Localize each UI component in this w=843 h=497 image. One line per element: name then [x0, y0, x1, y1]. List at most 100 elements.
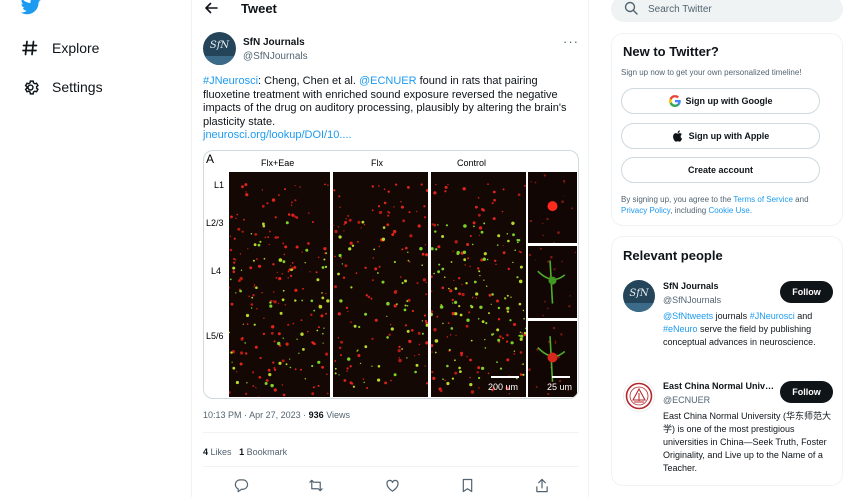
- cell-marker: [282, 337, 284, 339]
- cell-marker: [425, 293, 428, 296]
- cell-marker: [557, 231, 560, 234]
- cell-body: [547, 352, 558, 363]
- person-name[interactable]: East China Normal University: [663, 381, 775, 391]
- avatar[interactable]: SfN: [623, 280, 655, 312]
- cell-marker: [512, 233, 515, 237]
- cell-marker: [486, 258, 489, 261]
- cell-marker: [458, 292, 461, 296]
- cell-marker: [254, 345, 258, 349]
- cell-marker: [506, 233, 509, 235]
- avatar[interactable]: SfN: [203, 32, 236, 65]
- cell-marker: [525, 327, 526, 330]
- retweet-icon[interactable]: [307, 476, 325, 494]
- reply-icon[interactable]: [232, 476, 250, 494]
- cell-marker: [508, 393, 510, 395]
- cell-marker: [290, 268, 293, 272]
- cell-marker: [312, 341, 315, 345]
- cell-marker: [252, 371, 255, 374]
- twitter-bird-icon[interactable]: [20, 0, 42, 16]
- person-name[interactable]: SfN Journals: [663, 281, 775, 291]
- tweet-time[interactable]: 10:13 PM: [203, 410, 242, 420]
- tweet-image[interactable]: A Flx+Eae Flx Control L1 L2/3 L4 L5/6 20…: [203, 150, 579, 399]
- cell-marker: [241, 337, 244, 340]
- cell-marker: [421, 332, 424, 335]
- cell-marker: [439, 305, 444, 309]
- nav-settings[interactable]: Settings: [20, 77, 103, 97]
- cell-marker: [311, 392, 315, 396]
- cell-marker: [273, 366, 276, 370]
- likes-label: Likes: [210, 447, 232, 457]
- bookmark-icon[interactable]: [458, 476, 476, 494]
- cell-marker: [337, 272, 340, 276]
- create-account-button[interactable]: Create account: [621, 157, 820, 183]
- cell-marker: [506, 306, 510, 310]
- avatar-logo-text: SfN: [209, 40, 230, 51]
- cell-marker: [447, 322, 450, 324]
- cell-marker: [477, 267, 480, 270]
- privacy-link[interactable]: Privacy Policy: [621, 206, 670, 215]
- google-signup-button[interactable]: Sign up with Google: [621, 88, 820, 114]
- follow-button[interactable]: Follow: [780, 381, 833, 403]
- cell-marker: [510, 341, 514, 345]
- cell-marker: [229, 278, 232, 281]
- terms-link[interactable]: Terms of Service: [733, 195, 793, 204]
- cell-marker: [340, 354, 342, 357]
- back-arrow-icon[interactable]: [202, 0, 220, 17]
- cell-marker: [424, 244, 427, 246]
- cell-marker: [415, 363, 419, 367]
- cell-marker: [240, 269, 243, 271]
- nav-explore[interactable]: Explore: [20, 38, 99, 58]
- cell-marker: [350, 286, 353, 289]
- follow-button[interactable]: Follow: [780, 281, 833, 303]
- like-heart-icon[interactable]: [383, 476, 401, 494]
- cell-marker: [417, 224, 421, 228]
- hashtag-link[interactable]: #JNeurosci: [203, 75, 258, 87]
- layer-label: L4: [211, 266, 222, 276]
- author-handle[interactable]: @SfNJournals: [243, 51, 308, 62]
- more-options-icon[interactable]: ···: [563, 34, 579, 49]
- bio-hashtag-link[interactable]: #eNeuro: [663, 324, 698, 334]
- author-name[interactable]: SfN Journals: [243, 37, 305, 48]
- divider: [203, 432, 579, 433]
- cell-marker: [300, 319, 303, 321]
- apple-signup-button[interactable]: Sign up with Apple: [621, 123, 820, 149]
- divider: [203, 466, 579, 467]
- cell-marker: [484, 338, 486, 341]
- avatar[interactable]: [623, 380, 655, 412]
- cell-marker: [465, 324, 469, 328]
- tweet-date[interactable]: Apr 27, 2023: [249, 410, 301, 420]
- cell-marker: [529, 219, 533, 223]
- search-input[interactable]: [648, 0, 828, 18]
- likes-stat[interactable]: 4 Likes: [203, 447, 232, 457]
- mention-link[interactable]: @ECNUER: [359, 75, 417, 87]
- legal-text: and: [792, 195, 809, 204]
- cell-marker: [232, 270, 236, 274]
- cookie-link[interactable]: Cookie Use: [708, 206, 749, 215]
- cell-marker: [394, 289, 398, 293]
- cell-marker: [387, 210, 390, 213]
- cell-marker: [337, 226, 340, 228]
- cell-marker: [235, 292, 237, 294]
- cell-marker: [454, 359, 456, 362]
- cell-marker: [236, 213, 239, 216]
- bio-mention-link[interactable]: @SfNtweets: [663, 311, 713, 321]
- cell-marker: [492, 217, 496, 221]
- cell-body: [547, 201, 558, 212]
- cell-marker: [371, 337, 374, 340]
- bookmarks-stat[interactable]: 1 Bookmark: [239, 447, 287, 457]
- tweet-url-link[interactable]: jneurosci.org/lookup/DOI/10....: [203, 129, 352, 141]
- cell-marker: [233, 257, 236, 260]
- search-box[interactable]: [611, 0, 843, 22]
- cell-marker: [285, 363, 288, 366]
- cell-marker: [386, 301, 390, 306]
- cell-marker: [494, 259, 497, 262]
- cell-marker: [431, 275, 433, 278]
- person-handle[interactable]: @ECNUER: [663, 395, 710, 405]
- bio-hashtag-link[interactable]: #JNeurosci: [750, 311, 795, 321]
- cell-marker: [339, 299, 343, 303]
- person-handle[interactable]: @SfNJournals: [663, 295, 721, 305]
- cell-marker: [263, 317, 265, 319]
- cell-marker: [273, 291, 275, 293]
- share-icon[interactable]: [533, 476, 551, 494]
- cell-marker: [261, 204, 265, 208]
